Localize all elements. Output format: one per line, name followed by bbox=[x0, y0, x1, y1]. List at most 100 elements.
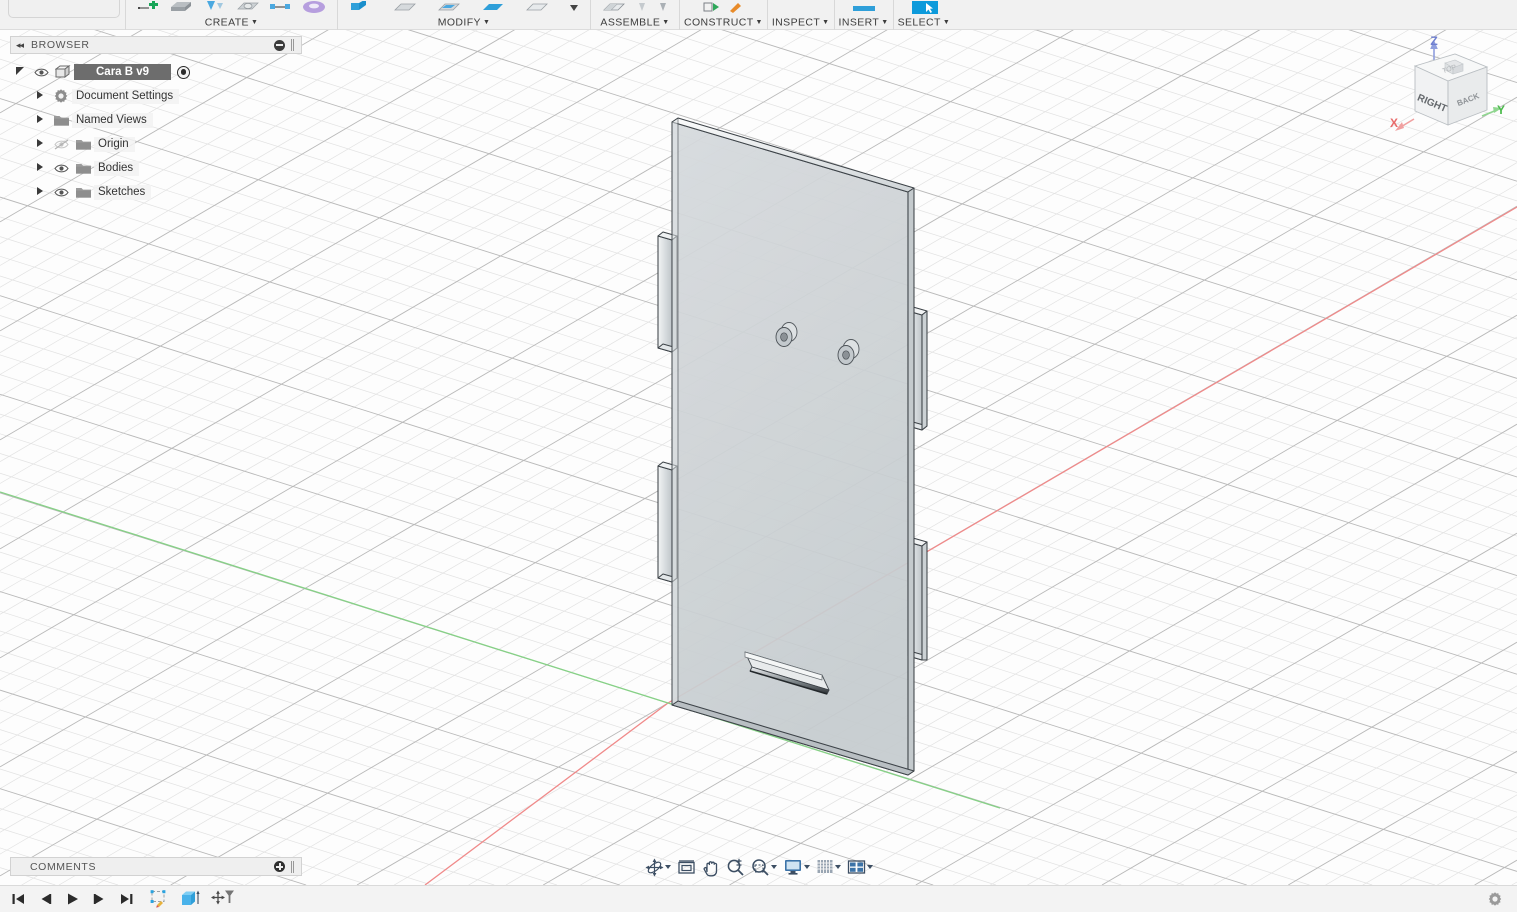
eye-icon[interactable] bbox=[50, 187, 72, 198]
expander-icon-sketches[interactable] bbox=[30, 186, 50, 198]
look-at-button[interactable] bbox=[675, 855, 698, 879]
model-body bbox=[657, 117, 928, 776]
root-expander-icon[interactable] bbox=[10, 66, 30, 78]
axis-x-label: X bbox=[1390, 116, 1398, 130]
new-component-icon[interactable] bbox=[601, 1, 627, 14]
timeline-settings[interactable] bbox=[1487, 891, 1517, 907]
tree-node-document-settings[interactable]: Document Settings bbox=[10, 84, 302, 108]
eye-icon[interactable] bbox=[50, 163, 72, 174]
comments-resize-grip[interactable] bbox=[290, 860, 296, 873]
viewports-icon bbox=[847, 859, 865, 874]
toolbar-panel-inspect[interactable]: INSPECT ▼ bbox=[768, 0, 835, 30]
step-forward-button[interactable] bbox=[91, 890, 108, 908]
timeline-feature-list bbox=[135, 889, 234, 909]
root-visibility-icon[interactable] bbox=[30, 67, 52, 78]
gear-icon bbox=[1488, 892, 1502, 906]
axis-icon[interactable] bbox=[728, 1, 744, 14]
view-cube[interactable]: Z X Y RIGHT BACK TOP bbox=[1387, 32, 1509, 150]
timeline-sketch-feature[interactable] bbox=[149, 889, 171, 909]
revolve-icon[interactable] bbox=[202, 0, 228, 14]
tree-node-named-views[interactable]: Named Views bbox=[10, 108, 302, 132]
comments-add-button[interactable] bbox=[274, 861, 285, 872]
look-at-icon bbox=[677, 859, 695, 874]
toolbar-label-inspect[interactable]: INSPECT ▼ bbox=[772, 14, 830, 30]
timeline-extrude-feature[interactable] bbox=[180, 889, 202, 909]
loft-icon[interactable] bbox=[235, 1, 261, 14]
expander-icon-origin[interactable] bbox=[30, 138, 50, 150]
fit-caret-icon[interactable] bbox=[770, 865, 777, 869]
toolbar-panel-assemble[interactable]: ASSEMBLE ▼ bbox=[591, 0, 680, 30]
as-built-joint-icon[interactable] bbox=[658, 1, 669, 14]
toolbar-label-construct[interactable]: CONSTRUCT ▼ bbox=[684, 14, 763, 30]
timeline-move-feature[interactable] bbox=[211, 889, 234, 909]
torus-icon[interactable] bbox=[301, 0, 327, 14]
grid-snaps-button[interactable] bbox=[814, 855, 843, 879]
expander-icon-bodies[interactable] bbox=[30, 162, 50, 174]
press-pull-icon[interactable] bbox=[348, 0, 374, 14]
toolbar-label-select[interactable]: SELECT ▼ bbox=[898, 14, 951, 30]
orbit-caret-icon[interactable] bbox=[664, 865, 671, 869]
pan-button[interactable] bbox=[700, 855, 722, 879]
viewports-caret-icon[interactable] bbox=[866, 865, 873, 869]
eye-hidden-icon[interactable] bbox=[50, 138, 72, 150]
extrude-icon[interactable] bbox=[169, 1, 195, 14]
offset-plane-icon[interactable] bbox=[702, 1, 722, 14]
inspect-measure-icon[interactable] bbox=[782, 1, 820, 14]
shell-icon[interactable] bbox=[436, 1, 462, 14]
display-settings-caret-icon[interactable] bbox=[803, 865, 810, 869]
toolbar-select-text: SELECT bbox=[897, 16, 941, 28]
comments-panel[interactable]: COMMENTS bbox=[10, 857, 302, 876]
rib-icon[interactable] bbox=[268, 1, 294, 14]
sketch-icon[interactable] bbox=[136, 0, 162, 14]
toolbar-label-modify[interactable]: MODIFY ▼ bbox=[438, 14, 491, 30]
toolbar-panel-construct[interactable]: CONSTRUCT ▼ bbox=[680, 0, 768, 30]
zoom-button[interactable] bbox=[724, 855, 747, 879]
fillet-icon[interactable] bbox=[392, 1, 418, 14]
root-activate-radio[interactable] bbox=[177, 65, 191, 79]
play-button[interactable] bbox=[64, 890, 81, 908]
browser-collapse-icon[interactable]: ◂◂ bbox=[16, 40, 24, 51]
display-settings-button[interactable] bbox=[781, 855, 812, 879]
browser-panel[interactable]: ◂◂ BROWSER Cara B v9 Document Settings N… bbox=[10, 36, 302, 204]
toolbar-panel-create[interactable]: CREATE ▼ bbox=[126, 0, 338, 30]
toolbar-insert-text: INSERT bbox=[838, 16, 880, 28]
toolbar-panel-select[interactable]: SELECT ▼ bbox=[894, 0, 955, 30]
grid-snaps-caret-icon[interactable] bbox=[834, 865, 841, 869]
tree-node-root[interactable]: Cara B v9 bbox=[10, 60, 302, 84]
timeline-bar[interactable] bbox=[0, 885, 1517, 912]
tree-node-bodies[interactable]: Bodies bbox=[10, 156, 302, 180]
joint-icon[interactable] bbox=[637, 1, 648, 14]
folder-icon bbox=[72, 162, 94, 175]
tree-node-sketches[interactable]: Sketches bbox=[10, 180, 302, 204]
browser-tree: Cara B v9 Document Settings Named Views … bbox=[10, 54, 302, 204]
toolbar-label-create[interactable]: CREATE ▼ bbox=[205, 14, 259, 30]
tree-node-origin[interactable]: Origin bbox=[10, 132, 302, 156]
panel-left-tab-2 bbox=[657, 465, 673, 583]
step-back-button[interactable] bbox=[37, 890, 54, 908]
panel-left-tab-1 bbox=[657, 235, 673, 353]
combine-icon[interactable] bbox=[524, 1, 550, 14]
expander-icon-named-views[interactable] bbox=[30, 114, 50, 126]
toolbar-panel-modify[interactable]: MODIFY ▼ bbox=[338, 0, 591, 30]
orbit-button[interactable] bbox=[643, 855, 673, 879]
insert-derive-icon[interactable] bbox=[849, 1, 879, 14]
viewports-button[interactable] bbox=[845, 855, 875, 879]
draft-icon[interactable] bbox=[480, 1, 506, 14]
navigation-bar[interactable] bbox=[639, 854, 879, 880]
toolbar-label-assemble[interactable]: ASSEMBLE ▼ bbox=[600, 14, 669, 30]
jump-to-end-button[interactable] bbox=[118, 890, 135, 908]
browser-resize-grip[interactable] bbox=[290, 39, 296, 51]
expander-icon-document-settings[interactable] bbox=[30, 90, 50, 102]
browser-minimize-button[interactable] bbox=[274, 39, 285, 51]
pan-icon bbox=[703, 860, 717, 876]
gear-icon bbox=[50, 88, 72, 104]
browser-header[interactable]: ◂◂ BROWSER bbox=[10, 36, 302, 54]
jump-to-beginning-button[interactable] bbox=[10, 890, 27, 908]
fusion-app-window: Z X Y RIGHT BACK TOP CREATE ▼ MODIFY ▼ A… bbox=[0, 0, 1517, 912]
modify-more-caret-icon[interactable] bbox=[568, 1, 580, 14]
toolbar-panel-insert[interactable]: INSERT ▼ bbox=[835, 0, 894, 30]
grid-snaps-icon bbox=[817, 860, 832, 873]
select-cursor-icon[interactable] bbox=[908, 0, 940, 14]
fit-button[interactable] bbox=[749, 855, 779, 879]
toolbar-label-insert[interactable]: INSERT ▼ bbox=[839, 14, 889, 30]
